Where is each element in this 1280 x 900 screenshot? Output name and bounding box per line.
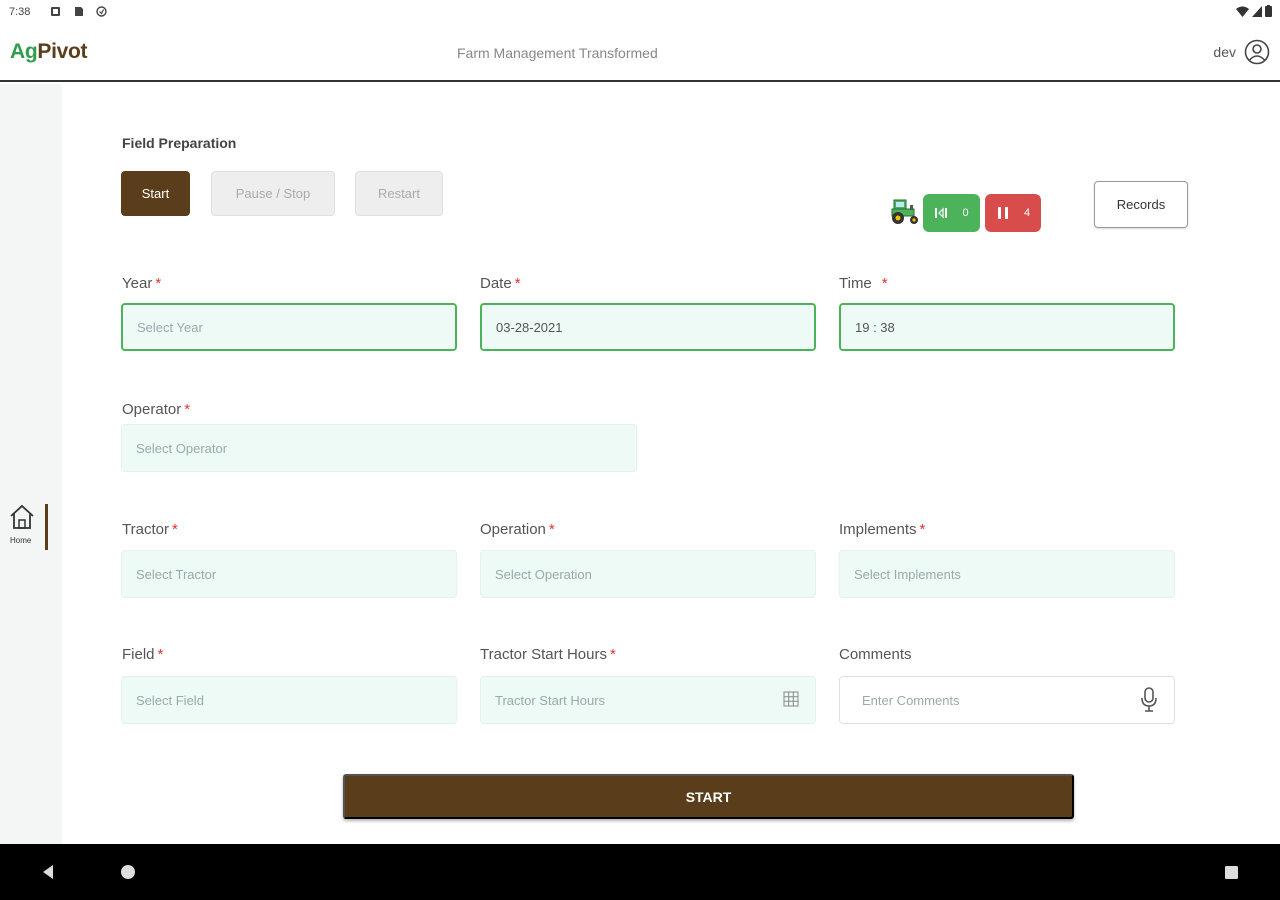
pause-icon — [997, 207, 1008, 219]
submit-start-button[interactable]: START — [343, 774, 1074, 819]
microphone-icon[interactable] — [1140, 687, 1158, 713]
user-name: dev — [1213, 44, 1236, 60]
comments-label: Comments — [839, 646, 912, 663]
recents-icon[interactable] — [1224, 865, 1239, 880]
year-label: Year * — [122, 275, 162, 292]
nav-home[interactable]: Home — [8, 504, 48, 550]
tractor-label: Tractor * — [122, 521, 178, 538]
field-label: Field * — [122, 646, 164, 663]
nav-home-label: Home — [10, 536, 32, 545]
records-button[interactable]: Records — [1094, 181, 1188, 228]
sd-card-icon — [75, 7, 83, 16]
nav-active-indicator — [45, 504, 48, 550]
comments-placeholder: Enter Comments — [862, 692, 960, 708]
keypad-icon[interactable] — [783, 691, 799, 707]
system-nav-bar — [0, 844, 1280, 900]
side-nav: Home — [0, 84, 62, 844]
implements-select[interactable]: Select Implements — [839, 550, 1175, 598]
running-count-badge[interactable]: 0 — [923, 194, 980, 232]
operation-label: Operation * — [480, 521, 555, 538]
paused-count: 4 — [1023, 207, 1031, 219]
tractor-start-hours-input[interactable]: Tractor Start Hours — [480, 676, 816, 724]
date-field[interactable]: 03-28-2021 — [480, 303, 816, 351]
main-content: Field Preparation Start Pause / Stop Res… — [62, 84, 1280, 844]
running-icon — [935, 207, 948, 219]
system-indicators — [1236, 5, 1272, 17]
user-avatar-icon[interactable] — [1244, 39, 1270, 65]
status-bar: 7:38 — [0, 0, 1280, 24]
user-menu[interactable]: dev — [1213, 39, 1270, 65]
tractor-start-hours-placeholder: Tractor Start Hours — [495, 692, 606, 708]
wifi-icon — [1236, 6, 1249, 17]
tractor-icon — [891, 199, 918, 224]
restart-button[interactable]: Restart — [355, 171, 443, 216]
operation-select[interactable]: Select Operation — [480, 550, 816, 598]
back-icon[interactable] — [40, 864, 56, 880]
tractor-select[interactable]: Select Tractor — [121, 550, 457, 598]
logo-pivot-text: Pivot — [37, 40, 88, 63]
time-label: Time * — [839, 275, 888, 292]
app-tagline: Farm Management Transformed — [457, 45, 658, 61]
paused-count-badge[interactable]: 4 — [985, 194, 1041, 232]
app-header: AgPivot Farm Management Transformed dev — [0, 24, 1280, 82]
home-nav-icon[interactable] — [120, 864, 136, 880]
agpivot-logo: AgPivot — [10, 40, 88, 64]
start-button[interactable]: Start — [121, 171, 190, 216]
operator-select[interactable]: Select Operator — [121, 424, 637, 472]
running-count: 0 — [962, 207, 969, 219]
notification-icon — [51, 7, 60, 16]
comments-input[interactable]: Enter Comments — [839, 676, 1175, 724]
sync-icon — [96, 6, 107, 17]
operator-label: Operator * — [122, 401, 191, 418]
home-icon — [10, 504, 34, 529]
implements-label: Implements * — [839, 521, 926, 538]
field-select[interactable]: Select Field — [121, 676, 457, 724]
signal-icon — [1252, 5, 1262, 17]
tractor-start-hours-label: Tractor Start Hours * — [480, 646, 616, 663]
year-select[interactable]: Select Year — [121, 303, 457, 351]
battery-icon — [1265, 5, 1272, 17]
time-field[interactable]: 19 : 38 — [839, 303, 1175, 351]
pause-stop-button[interactable]: Pause / Stop — [211, 171, 335, 216]
page-title: Field Preparation — [122, 135, 237, 151]
logo-ag-text: Ag — [10, 40, 38, 63]
status-time: 7:38 — [9, 6, 31, 18]
date-label: Date * — [480, 275, 521, 292]
